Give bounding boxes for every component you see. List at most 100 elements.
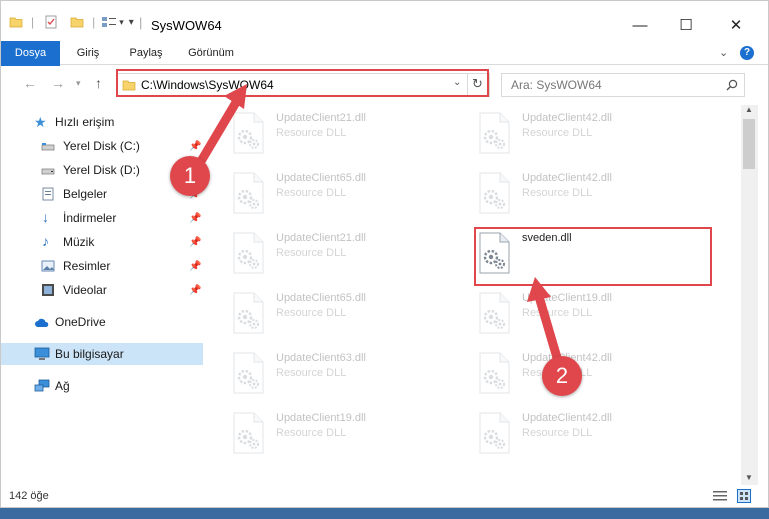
title-divider: | [139, 15, 143, 30]
file-type: Resource DLL [522, 307, 593, 319]
customize-toolbar-icon[interactable]: ▾ [129, 17, 134, 28]
file-item[interactable]: UpdateClient21.dll Resource DLL [231, 108, 461, 160]
sidebar-item-quick-access[interactable]: ★ Hızlı erişim [1, 111, 203, 133]
item-count: 142 öğe [9, 490, 49, 502]
sidebar-item-label: Hızlı erişim [55, 115, 115, 129]
pin-icon: 📌 [189, 284, 202, 296]
file-type: Resource DLL [276, 187, 347, 199]
file-item[interactable]: UpdateClient42.dllResource DLL [477, 168, 707, 220]
file-highlight-box [474, 227, 712, 286]
maximize-button[interactable]: ☐ [663, 11, 709, 39]
details-view-icon[interactable] [713, 490, 727, 502]
back-arrow-icon[interactable]: ← [23, 75, 37, 91]
file-name: UpdateClient21.dll [276, 112, 366, 124]
dll-file-icon [233, 412, 264, 454]
dll-file-icon [233, 352, 264, 394]
expand-ribbon-icon[interactable]: ⌄ [719, 46, 728, 59]
file-item[interactable]: UpdateClient21.dll Resource DLL [231, 228, 461, 280]
new-folder-icon[interactable] [70, 15, 84, 29]
file-name: UpdateClient65.dll [276, 172, 366, 184]
scroll-up-icon[interactable]: ▲ [745, 105, 753, 114]
drive-icon [41, 143, 55, 151]
sidebar-item-label: Yerel Disk (D:) [63, 163, 140, 177]
tab-view[interactable]: Görünüm [180, 41, 242, 65]
file-name: UpdateClient21.dll [276, 232, 366, 244]
close-button[interactable]: ✕ [713, 11, 759, 39]
large-icons-view-icon[interactable] [737, 489, 751, 503]
search-icon[interactable] [726, 79, 738, 91]
drive-icon [41, 168, 55, 175]
file-name: UpdateClient42.dll [522, 412, 612, 424]
file-item[interactable]: UpdateClient19.dll Resource DLL [231, 408, 461, 460]
dll-file-icon [479, 292, 510, 334]
dll-file-icon [479, 172, 510, 214]
properties-icon[interactable] [44, 15, 58, 29]
sidebar-item-onedrive[interactable]: OneDrive [1, 311, 203, 333]
search-box[interactable]: Ara: SysWOW64 [501, 73, 745, 97]
file-type: Resource DLL [276, 127, 347, 139]
title-bar: | | ▾ ▾ | SysWOW64 — ☐ ✕ [1, 1, 768, 41]
address-highlight-box [116, 69, 489, 97]
view-menu-icon[interactable] [101, 15, 117, 29]
sidebar-item-music[interactable]: ♪ Müzik 📌 [1, 231, 203, 253]
sidebar-item-label: Videolar [63, 283, 107, 297]
file-item[interactable]: UpdateClient65.dll Resource DLL [231, 288, 461, 340]
videos-icon [42, 284, 54, 296]
sidebar-item-label: Müzik [63, 235, 95, 249]
file-name: UpdateClient19.dll [276, 412, 366, 424]
sidebar-item-label: OneDrive [55, 315, 106, 329]
step-2-badge: 2 [542, 356, 582, 396]
dll-file-icon [233, 232, 264, 274]
file-item[interactable]: UpdateClient63.dll Resource DLL [231, 348, 461, 400]
file-type: Resource DLL [522, 187, 593, 199]
file-type: Resource DLL [522, 127, 593, 139]
tab-share[interactable]: Paylaş [117, 41, 175, 65]
dll-file-icon [479, 352, 510, 394]
dll-file-icon [479, 412, 510, 454]
file-item[interactable]: UpdateClient42.dllResource DLL [477, 408, 707, 460]
forward-arrow-icon[interactable]: → [51, 75, 65, 91]
file-type: Resource DLL [276, 307, 347, 319]
minimize-button[interactable]: — [617, 11, 663, 39]
ribbon-tabs: Dosya Giriş Paylaş Görünüm ⌄ ? [1, 41, 768, 93]
up-arrow-icon[interactable]: ↑ [95, 75, 102, 91]
window-title: SysWOW64 [151, 18, 222, 33]
file-item[interactable]: UpdateClient42.dllResource DLL [477, 108, 707, 160]
star-icon: ★ [34, 114, 47, 130]
sidebar-item-label: Bu bilgisayar [55, 347, 124, 361]
file-item[interactable]: UpdateClient19.dll Resource DLL [477, 288, 707, 340]
file-type: Resource DLL [276, 427, 347, 439]
sidebar-item-label: İndirmeler [63, 211, 117, 225]
cloud-icon [35, 318, 49, 327]
file-item[interactable]: UpdateClient42.dllResource DLL [477, 348, 707, 400]
chevron-down-icon[interactable]: ▾ [119, 17, 124, 28]
search-input[interactable]: Ara: SysWOW64 [511, 78, 602, 92]
folder-icon[interactable] [9, 15, 23, 29]
pin-icon: 📌 [189, 236, 202, 248]
music-icon: ♪ [42, 233, 49, 249]
file-list: UpdateClient21.dll Resource DLL UpdateClie… [207, 105, 741, 485]
help-icon[interactable]: ? [740, 46, 754, 60]
file-name: UpdateClient63.dll [276, 352, 366, 364]
tab-home[interactable]: Giriş [64, 41, 112, 65]
file-name: UpdateClient65.dll [276, 292, 366, 304]
file-item[interactable]: UpdateClient65.dll Resource DLL [231, 168, 461, 220]
scrollbar-thumb[interactable] [743, 119, 755, 169]
vertical-scrollbar[interactable]: ▲ ▼ [741, 105, 758, 485]
sidebar-item-label: Yerel Disk (C:) [63, 139, 140, 153]
sidebar-item-label: Resimler [63, 259, 111, 273]
documents-icon [42, 187, 54, 201]
pin-icon: 📌 [189, 260, 202, 272]
sidebar-item-disk-c[interactable]: Yerel Disk (C:) 📌 [1, 135, 203, 157]
sidebar-item-this-pc[interactable]: Bu bilgisayar [1, 343, 203, 365]
dll-file-icon [233, 112, 264, 154]
network-icon [34, 379, 50, 392]
scroll-down-icon[interactable]: ▼ [745, 473, 753, 482]
sidebar-item-videos[interactable]: Videolar 📌 [1, 279, 203, 301]
sidebar-item-downloads[interactable]: ↓ İndirmeler 📌 [1, 207, 203, 229]
recent-locations-icon[interactable]: ▾ [76, 78, 81, 89]
sidebar-item-pictures[interactable]: Resimler 📌 [1, 255, 203, 277]
sidebar-item-network[interactable]: Ağ [1, 375, 203, 397]
status-bar: 142 öğe [1, 485, 768, 507]
dll-file-icon [479, 112, 510, 154]
